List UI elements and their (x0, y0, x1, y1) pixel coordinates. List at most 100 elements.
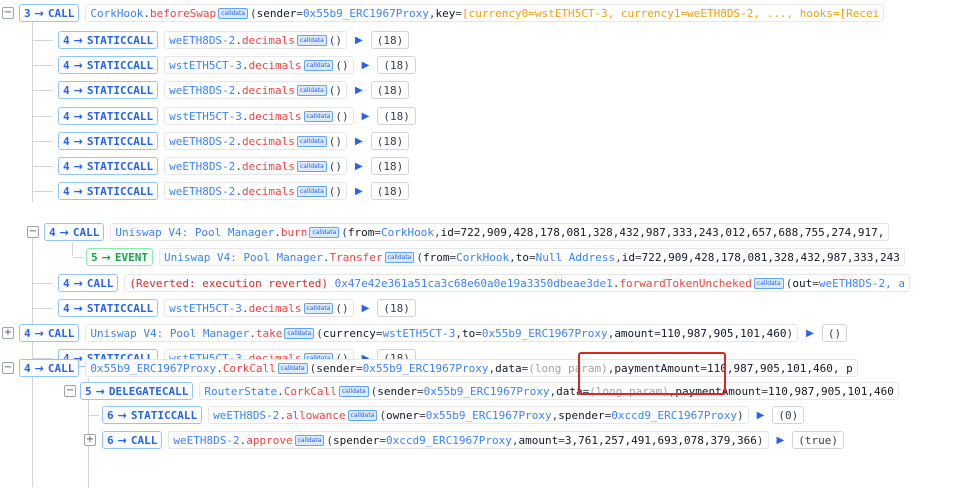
call-signature[interactable]: Uniswap V4: Pool Manager. take calldata(cu… (85, 324, 799, 342)
call-signature[interactable]: weETH8DS-2. decimals calldata() (164, 182, 347, 200)
contract-name[interactable]: Uniswap V4: Pool Manager (164, 251, 323, 264)
contract-name[interactable]: weETH8DS-2 (169, 185, 235, 198)
play-icon[interactable]: ▶ (806, 328, 814, 339)
trace-row[interactable]: 4 → CALL (Reverted: execution reverted) 0x… (0, 272, 972, 294)
trace-row[interactable]: 5 → EVENT Uniswap V4: Pool Manager. Transfe… (0, 246, 972, 268)
contract-name[interactable]: Uniswap V4: Pool Manager (90, 327, 249, 340)
trace-row[interactable]: − 3 → CALL CorkHook. beforeSwap calldata(sen… (0, 2, 972, 24)
trace-row[interactable]: 4 → STATICCALL weETH8DS-2. decimals calldata… (0, 155, 972, 177)
call-signature[interactable]: wstETH5CT-3. decimals calldata() (164, 107, 354, 125)
trace-row[interactable]: 6 → STATICCALL weETH8DS-2. allowance calldat… (0, 404, 972, 426)
play-icon[interactable]: ▶ (355, 161, 363, 172)
trace-row[interactable]: − 5 → DELEGATECALL RouterState. CorkCall cal… (0, 380, 972, 402)
method-name[interactable]: decimals (242, 185, 295, 198)
call-signature[interactable]: weETH8DS-2. decimals calldata() (164, 132, 347, 150)
contract-name[interactable]: weETH8DS-2 (169, 34, 235, 47)
call-signature[interactable]: 0x55b9_ERC1967Proxy. CorkCall calldata(sen… (85, 359, 858, 377)
calldata-icon[interactable]: calldata (303, 302, 334, 314)
contract-name[interactable]: weETH8DS-2 (173, 434, 239, 447)
calldata-icon[interactable]: calldata (277, 362, 308, 374)
method-name[interactable]: decimals (242, 160, 295, 173)
event-signature[interactable]: Uniswap V4: Pool Manager. Transfer calldat… (158, 248, 905, 266)
calldata-icon[interactable]: calldata (303, 110, 334, 122)
method-name[interactable]: burn (281, 226, 308, 239)
call-signature[interactable]: weETH8DS-2. decimals calldata() (164, 31, 347, 49)
calldata-icon[interactable]: calldata (753, 277, 784, 289)
method-name[interactable]: Transfer (330, 251, 383, 264)
method-name[interactable]: forwardTokenUncheked (619, 277, 751, 290)
play-icon[interactable]: ▶ (355, 35, 363, 46)
contract-address[interactable]: 0x47e42e361a51ca3c68e60a0e19a3350dbeae3d… (335, 277, 613, 290)
contract-name[interactable]: weETH8DS-2 (169, 135, 235, 148)
call-signature[interactable]: CorkHook. beforeSwap calldata(sender = 0x55b… (85, 4, 885, 22)
play-icon[interactable]: ▶ (757, 410, 765, 421)
method-name[interactable]: take (256, 327, 283, 340)
contract-name[interactable]: wstETH5CT-3 (169, 110, 242, 123)
call-signature[interactable]: weETH8DS-2. decimals calldata() (164, 81, 347, 99)
call-signature[interactable]: wstETH5CT-3. decimals calldata() (164, 56, 354, 74)
trace-row[interactable]: + 4 → CALL Uniswap V4: Pool Manager. take ca… (0, 322, 972, 344)
method-name[interactable]: approve (246, 434, 292, 447)
trace-row[interactable]: + 6 → CALL weETH8DS-2. approve calldata(spen… (0, 429, 972, 451)
calldata-icon[interactable]: calldata (303, 59, 334, 71)
contract-name[interactable]: wstETH5CT-3 (169, 59, 242, 72)
method-name[interactable]: allowance (286, 409, 346, 422)
calldata-icon[interactable]: calldata (384, 251, 415, 263)
play-icon[interactable]: ▶ (355, 186, 363, 197)
calldata-icon[interactable]: calldata (347, 409, 378, 421)
contract-name[interactable]: wstETH5CT-3 (169, 302, 242, 315)
play-icon[interactable]: ▶ (355, 85, 363, 96)
method-name[interactable]: beforeSwap (150, 7, 216, 20)
calldata-icon[interactable]: calldata (218, 7, 249, 19)
call-signature[interactable]: weETH8DS-2. decimals calldata() (164, 157, 347, 175)
collapse-icon[interactable]: − (2, 362, 14, 374)
trace-row[interactable]: 4 → STATICCALL wstETH5CT-3. decimals calldat… (0, 54, 972, 76)
contract-name[interactable]: CorkHook (90, 7, 143, 20)
calldata-icon[interactable]: calldata (296, 135, 327, 147)
contract-name[interactable]: weETH8DS-2 (169, 160, 235, 173)
method-name[interactable]: CorkCall (223, 362, 276, 375)
contract-name[interactable]: 0x55b9_ERC1967Proxy (90, 362, 216, 375)
calldata-icon[interactable]: calldata (296, 84, 327, 96)
method-name[interactable]: decimals (242, 135, 295, 148)
method-name[interactable]: CorkCall (284, 385, 337, 398)
call-signature[interactable]: RouterState. CorkCall calldata(sender = 0x55… (199, 382, 899, 400)
call-signature[interactable]: wstETH5CT-3. decimals calldata() (164, 299, 354, 317)
play-icon[interactable]: ▶ (362, 303, 370, 314)
collapse-icon[interactable]: − (27, 226, 39, 238)
collapse-icon[interactable]: − (64, 385, 76, 397)
calldata-icon[interactable]: calldata (284, 327, 315, 339)
call-signature[interactable]: weETH8DS-2. allowance calldata(owner = 0x55b… (208, 406, 749, 424)
trace-row[interactable]: − 4 → CALL 0x55b9_ERC1967Proxy. CorkCall cal… (0, 357, 972, 379)
expand-icon[interactable]: + (84, 434, 96, 446)
method-name[interactable]: decimals (249, 59, 302, 72)
expand-icon[interactable]: + (2, 327, 14, 339)
contract-name[interactable]: Uniswap V4: Pool Manager (115, 226, 274, 239)
call-signature[interactable]: weETH8DS-2. approve calldata(spender = 0xccd… (168, 431, 769, 449)
trace-row[interactable]: 4 → STATICCALL wstETH5CT-3. decimals calldat… (0, 297, 972, 319)
method-name[interactable]: decimals (249, 302, 302, 315)
play-icon[interactable]: ▶ (777, 435, 785, 446)
method-name[interactable]: decimals (242, 84, 295, 97)
play-icon[interactable]: ▶ (355, 136, 363, 147)
collapse-icon[interactable]: − (2, 7, 14, 19)
play-icon[interactable]: ▶ (362, 111, 370, 122)
contract-name[interactable]: weETH8DS-2 (213, 409, 279, 422)
calldata-icon[interactable]: calldata (296, 160, 327, 172)
trace-row[interactable]: 4 → STATICCALL weETH8DS-2. decimals calldata… (0, 180, 972, 202)
method-name[interactable]: decimals (242, 34, 295, 47)
play-icon[interactable]: ▶ (362, 60, 370, 71)
contract-name[interactable]: RouterState (204, 385, 277, 398)
call-signature[interactable]: Uniswap V4: Pool Manager. burn calldata(fr… (110, 223, 890, 241)
trace-row[interactable]: − 4 → CALL Uniswap V4: Pool Manager. burn ca… (0, 221, 972, 243)
calldata-icon[interactable]: calldata (338, 385, 369, 397)
method-name[interactable]: decimals (249, 110, 302, 123)
calldata-icon[interactable]: calldata (294, 434, 325, 446)
trace-row[interactable]: 4 → STATICCALL weETH8DS-2. decimals calldata… (0, 130, 972, 152)
calldata-icon[interactable]: calldata (296, 185, 327, 197)
calldata-icon[interactable]: calldata (309, 226, 340, 238)
trace-row[interactable]: 4 → STATICCALL weETH8DS-2. decimals calldata… (0, 79, 972, 101)
contract-name[interactable]: weETH8DS-2 (169, 84, 235, 97)
call-signature[interactable]: (Reverted: execution reverted) 0x47e42e3… (124, 274, 910, 292)
trace-row[interactable]: 4 → STATICCALL weETH8DS-2. decimals calldata… (0, 29, 972, 51)
